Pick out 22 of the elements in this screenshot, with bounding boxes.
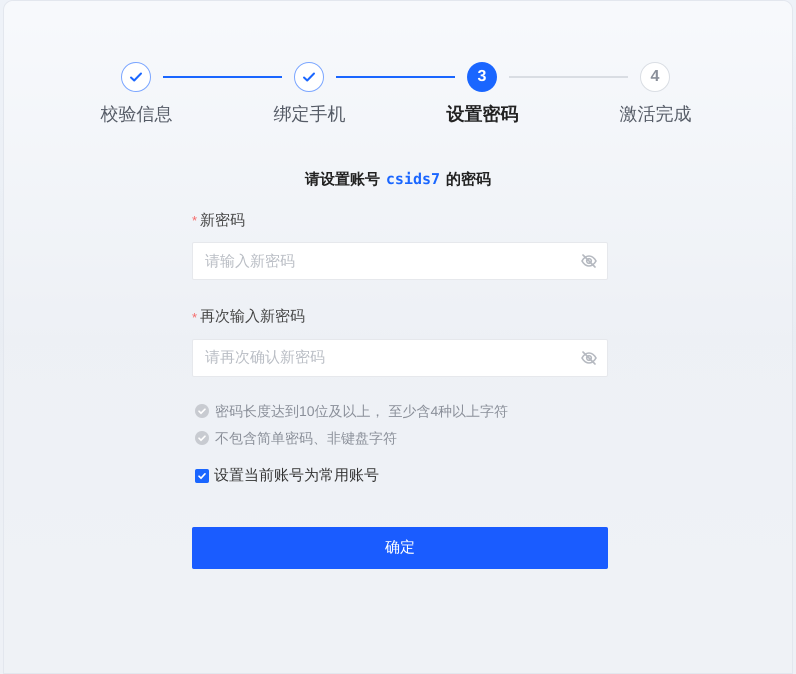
required-mark: * <box>192 308 198 326</box>
checkbox[interactable] <box>195 468 209 483</box>
confirm-button[interactable]: 确定 <box>192 527 608 569</box>
required-mark: * <box>192 212 198 230</box>
hidden-eye-icon[interactable] <box>580 348 598 366</box>
hidden-eye-icon[interactable] <box>580 252 598 270</box>
step-label: 绑定手机 <box>274 103 346 126</box>
password-field[interactable]: 请输入新密码 <box>192 242 608 280</box>
step-number: 3 <box>467 62 497 92</box>
heading-text: 请设置账号 <box>304 170 380 190</box>
step-label: 设置密码 <box>446 103 518 126</box>
password-field[interactable]: 请再次确认新密码 <box>192 338 608 376</box>
field-label: 新密码 <box>200 210 246 230</box>
field-label: 再次输入新密码 <box>200 307 306 327</box>
account-name: csids7 <box>386 169 440 190</box>
step-number: 4 <box>640 62 670 92</box>
heading-text: 的密码 <box>446 170 492 190</box>
checkbox-label: 设置当前账号为常用账号 <box>214 466 379 486</box>
step-label: 校验信息 <box>100 103 172 126</box>
step-label: 激活完成 <box>620 103 692 126</box>
password-rule: 密码长度达到10位及以上， 至少含4种以上字符 <box>215 402 508 420</box>
password-rule: 不包含简单密码、非键盘字符 <box>215 428 397 448</box>
